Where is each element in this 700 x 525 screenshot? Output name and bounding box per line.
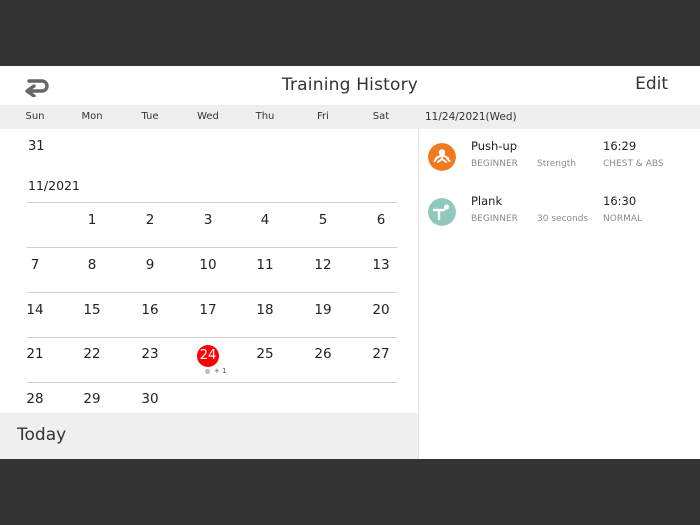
- training-history-screen: Training History Edit Sun Mon Tue Wed Th…: [0, 66, 700, 459]
- calendar-day[interactable]: 4: [236, 212, 294, 228]
- activity-indicator: + 1: [205, 367, 227, 375]
- week-divider: [27, 337, 397, 338]
- week-divider: [27, 292, 397, 293]
- calendar-day-selected[interactable]: 24: [179, 345, 237, 367]
- activity-more-count: + 1: [214, 367, 227, 375]
- weekday-tue: Tue: [141, 111, 159, 122]
- edit-button[interactable]: Edit: [635, 74, 668, 94]
- workout-level: BEGINNER: [471, 214, 518, 224]
- calendar-day[interactable]: 30: [121, 391, 179, 407]
- weekday-mon: Mon: [81, 111, 103, 122]
- calendar-day[interactable]: 17: [179, 302, 237, 318]
- weekday-fri: Fri: [317, 111, 329, 122]
- previous-month-day[interactable]: 31: [28, 139, 45, 154]
- calendar-day[interactable]: 19: [294, 302, 352, 318]
- selected-day-circle: 24: [197, 345, 219, 367]
- workout-detail: 30 seconds: [537, 214, 589, 224]
- calendar-day[interactable]: 29: [63, 391, 121, 407]
- calendar-day[interactable]: 6: [352, 212, 410, 228]
- calendar-day[interactable]: 21: [6, 346, 64, 362]
- calendar-day[interactable]: 27: [352, 346, 410, 362]
- calendar-day[interactable]: 12: [294, 257, 352, 273]
- calendar-day[interactable]: 15: [63, 302, 121, 318]
- workout-item[interactable]: Push-up 16:29 BEGINNER Strength CHEST & …: [428, 139, 693, 175]
- calendar-day[interactable]: 28: [6, 391, 64, 407]
- selected-date-label: 11/24/2021(Wed): [425, 111, 517, 123]
- workout-name: Push-up: [471, 139, 518, 153]
- weekday-thu: Thu: [255, 111, 275, 122]
- month-label: 11/2021: [28, 178, 80, 193]
- page-title: Training History: [281, 75, 419, 95]
- push-up-icon: [428, 143, 456, 171]
- calendar-day[interactable]: 22: [63, 346, 121, 362]
- week-divider: [27, 382, 397, 383]
- calendar-day[interactable]: 5: [294, 212, 352, 228]
- today-bar: Today: [0, 413, 418, 459]
- calendar-day[interactable]: 25: [236, 346, 294, 362]
- weekday-sun: Sun: [25, 111, 45, 122]
- calendar-day[interactable]: 16: [121, 302, 179, 318]
- calendar-day[interactable]: 9: [121, 257, 179, 273]
- week-divider: [27, 202, 397, 203]
- calendar-day[interactable]: 7: [6, 257, 64, 273]
- week-divider: [27, 247, 397, 248]
- calendar-day[interactable]: 1: [63, 212, 121, 228]
- calendar-day[interactable]: 20: [352, 302, 410, 318]
- workout-item[interactable]: Plank 16:30 BEGINNER 30 seconds NORMAL: [428, 194, 693, 230]
- calendar-day[interactable]: 23: [121, 346, 179, 362]
- workout-time: 16:30: [603, 194, 637, 208]
- calendar-day[interactable]: 8: [63, 257, 121, 273]
- calendar-day[interactable]: 26: [294, 346, 352, 362]
- calendar-day[interactable]: 2: [121, 212, 179, 228]
- top-bar: Training History Edit: [0, 66, 700, 105]
- calendar-day[interactable]: 11: [236, 257, 294, 273]
- today-button[interactable]: Today: [17, 425, 66, 445]
- workout-tag: NORMAL: [603, 214, 643, 224]
- calendar: 31 11/2021 1 2 3 4 5 6 7 8 9 10 11 12 13…: [0, 129, 418, 413]
- workout-level: BEGINNER: [471, 159, 518, 169]
- workout-tag: CHEST & ABS: [603, 159, 664, 169]
- weekday-header: Sun Mon Tue Wed Thu Fri Sat 11/24/2021(W…: [0, 105, 700, 129]
- calendar-day[interactable]: 3: [179, 212, 237, 228]
- activity-dot-icon: [205, 368, 210, 374]
- workout-time: 16:29: [603, 139, 637, 153]
- workout-detail: Strength: [537, 159, 576, 169]
- calendar-day[interactable]: 10: [179, 257, 237, 273]
- plank-icon: [428, 198, 456, 226]
- calendar-day[interactable]: 13: [352, 257, 410, 273]
- weekday-sat: Sat: [372, 111, 390, 122]
- calendar-day[interactable]: 18: [236, 302, 294, 318]
- panel-divider: [418, 129, 419, 459]
- weekday-wed: Wed: [197, 111, 219, 122]
- workout-name: Plank: [471, 194, 503, 208]
- calendar-day[interactable]: 14: [6, 302, 64, 318]
